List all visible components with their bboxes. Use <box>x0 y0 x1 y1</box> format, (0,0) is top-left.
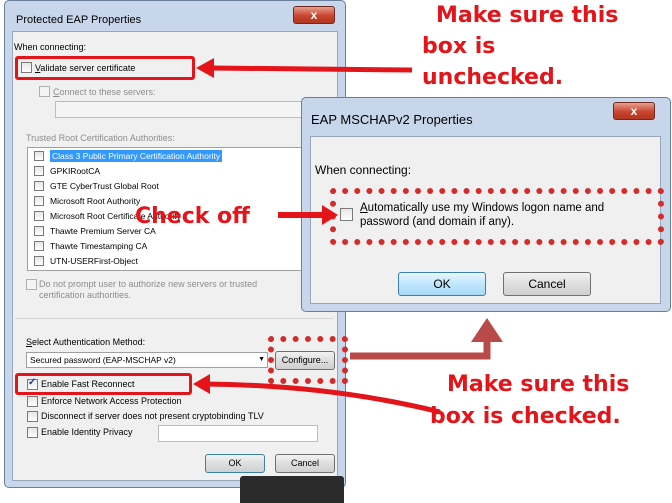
arrow-line <box>209 65 413 73</box>
arrow-head-icon <box>471 318 503 342</box>
arrow-head-icon <box>193 374 210 394</box>
arrow-line <box>350 338 491 360</box>
annotation-checked-2: box is checked. <box>430 404 621 429</box>
arrow-head-icon <box>322 205 338 225</box>
annotation-unchecked-2: box is <box>422 34 496 59</box>
annotation-check-off: Check off <box>135 204 250 229</box>
annotation-unchecked-1: Make sure this <box>436 3 619 28</box>
annotation-checked-1: Make sure this <box>447 372 630 397</box>
arrow-line <box>204 381 441 415</box>
annotation-unchecked-3: unchecked. <box>422 65 564 90</box>
arrow-head-icon <box>196 58 214 78</box>
